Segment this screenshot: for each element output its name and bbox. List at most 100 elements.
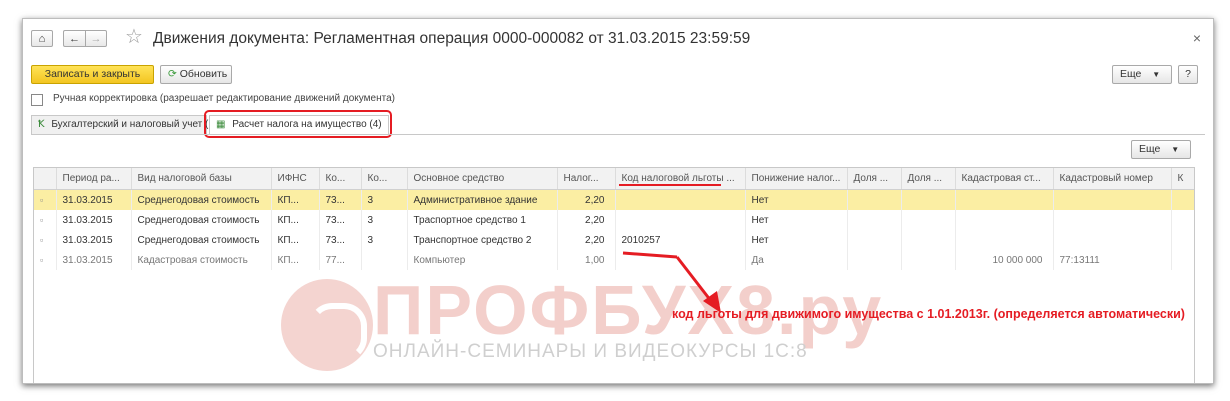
cell-share2 — [901, 230, 956, 250]
cell-share1 — [847, 250, 902, 270]
back-button[interactable]: ← — [63, 30, 85, 47]
tab-accounting-label: Бухгалтерский и налоговый учет (1) — [51, 119, 218, 130]
cell-rate: 1,00 — [557, 250, 616, 270]
cell-reduction: Нет — [745, 189, 848, 210]
table-row[interactable]: ▫ 31.03.2015 Среднегодовая стоимость КП.… — [34, 210, 1194, 230]
refresh-icon: ⟳ — [168, 68, 177, 80]
cell-share1 — [847, 210, 902, 230]
refresh-button[interactable]: ⟳ Обновить — [160, 65, 232, 84]
column-header[interactable]: Ко... — [319, 168, 362, 190]
refresh-label: Обновить — [179, 68, 228, 80]
tab-divider — [31, 134, 1205, 135]
cell-rate: 2,20 — [557, 189, 616, 210]
cell-benefit — [615, 250, 746, 270]
column-header[interactable]: Доля ... — [847, 168, 902, 190]
cell-rate: 2,20 — [557, 210, 616, 230]
title-bar: ⌂ ← → ☆ Движения документа: Регламентная… — [23, 19, 1213, 55]
cell-base: Среднегодовая стоимость — [131, 210, 272, 230]
cell-cad-value: 10 000 000 — [955, 250, 1054, 270]
watermark-subtitle: ОНЛАЙН-СЕМИНАРЫ И ВИДЕОКУРСЫ 1С:8 — [373, 341, 808, 362]
grid-more-button[interactable]: Еще ▼ — [1131, 140, 1191, 159]
cell-cad-number — [1053, 230, 1172, 250]
column-header[interactable]: Код налоговой льготы ... — [615, 168, 746, 190]
cell-asset: Компьютер — [407, 250, 558, 270]
cell-cad-number — [1053, 189, 1172, 210]
forward-button[interactable]: → — [85, 30, 107, 47]
accounting-icon: Ꝁ — [38, 119, 45, 130]
cell-reduction: Нет — [745, 230, 848, 250]
grid-header-row: Период ра... Вид налоговой базы ИФНС Ко.… — [34, 168, 1194, 190]
cell-share2 — [901, 189, 956, 210]
table-row[interactable]: ▫ 31.03.2015 Среднегодовая стоимость КП.… — [34, 189, 1194, 210]
arrow-right-icon: → — [90, 33, 102, 45]
cell-base: Среднегодовая стоимость — [131, 230, 272, 250]
chevron-down-icon: ▼ — [1152, 70, 1161, 79]
column-header-icon — [34, 168, 57, 190]
cell-base: Среднегодовая стоимость — [131, 189, 272, 210]
cell-rate: 2,20 — [557, 230, 616, 250]
cell-asset: Транспортное средство 2 — [407, 230, 558, 250]
cell-code1: 77... — [319, 250, 362, 270]
cell-ifns: КП... — [271, 210, 320, 230]
cell-code2: 3 — [361, 230, 408, 250]
table-row[interactable]: ▫ 31.03.2015 Кадастровая стоимость КП...… — [34, 250, 1194, 270]
home-button[interactable]: ⌂ — [31, 30, 53, 47]
column-header[interactable]: Понижение налог... — [745, 168, 848, 190]
tab-accounting-tax[interactable]: Ꝁ Бухгалтерский и налоговый учет (1) — [31, 115, 217, 135]
cell-benefit — [615, 189, 746, 210]
column-header[interactable]: Кадастровый номер — [1053, 168, 1172, 190]
cell-share2 — [901, 210, 956, 230]
cell-benefit: 2010257 — [615, 230, 746, 250]
cell-asset: Траспортное средство 1 — [407, 210, 558, 230]
cell-reduction: Да — [745, 250, 848, 270]
document-movements-window: ⌂ ← → ☆ Движения документа: Регламентная… — [22, 18, 1214, 384]
cell-cad-number — [1053, 210, 1172, 230]
cell-ifns: КП... — [271, 250, 320, 270]
arrow-left-icon: ← — [69, 33, 80, 45]
manual-edit-label: Ручная корректировка (разрешает редактир… — [53, 93, 395, 104]
column-header[interactable]: Период ра... — [56, 168, 132, 190]
column-header[interactable]: Налог... — [557, 168, 616, 190]
cell-code2: 3 — [361, 189, 408, 210]
header-highlight-underline — [619, 184, 721, 186]
table-row[interactable]: ▫ 31.03.2015 Среднегодовая стоимость КП.… — [34, 230, 1194, 250]
cell-asset: Административное здание — [407, 189, 558, 210]
cell-ifns: КП... — [271, 189, 320, 210]
grid-more-label: Еще — [1139, 143, 1161, 155]
cell-period: 31.03.2015 — [56, 250, 132, 270]
cell-code1: 73... — [319, 230, 362, 250]
manual-edit-checkbox[interactable] — [31, 94, 43, 106]
cell-cad-value — [955, 230, 1054, 250]
annotation-text: код льготы для движимого имущества с 1.0… — [672, 307, 1185, 321]
home-icon: ⌂ — [38, 33, 46, 45]
watermark-logo-mark — [309, 303, 367, 361]
cell-code1: 73... — [319, 189, 362, 210]
close-icon[interactable]: × — [1193, 30, 1201, 46]
column-header[interactable]: К — [1171, 168, 1194, 190]
record-icon: ▫ — [40, 234, 44, 245]
cell-share1 — [847, 230, 902, 250]
watermark-logo — [281, 279, 373, 371]
column-header[interactable]: Основное средство — [407, 168, 558, 190]
record-icon: ▫ — [40, 214, 44, 225]
cell-period: 31.03.2015 — [56, 230, 132, 250]
column-header[interactable]: Кадастровая ст... — [955, 168, 1054, 190]
cell-share2 — [901, 250, 956, 270]
chevron-down-icon: ▼ — [1171, 145, 1180, 154]
column-header[interactable]: Доля ... — [901, 168, 956, 190]
window-title: Движения документа: Регламентная операци… — [153, 30, 751, 47]
favorite-star-icon[interactable]: ☆ — [125, 27, 143, 47]
column-header[interactable]: Вид налоговой базы — [131, 168, 272, 190]
record-icon: ▫ — [40, 194, 44, 205]
save-and-close-button[interactable]: Записать и закрыть — [31, 65, 154, 84]
more-label: Еще — [1120, 68, 1142, 80]
cell-ifns: КП... — [271, 230, 320, 250]
cell-reduction: Нет — [745, 210, 848, 230]
cell-code1: 73... — [319, 210, 362, 230]
help-button[interactable]: ? — [1178, 65, 1198, 84]
cell-base: Кадастровая стоимость — [131, 250, 272, 270]
cell-share1 — [847, 189, 902, 210]
column-header[interactable]: ИФНС — [271, 168, 320, 190]
column-header[interactable]: Ко... — [361, 168, 408, 190]
more-menu-button[interactable]: Еще ▼ — [1112, 65, 1172, 84]
